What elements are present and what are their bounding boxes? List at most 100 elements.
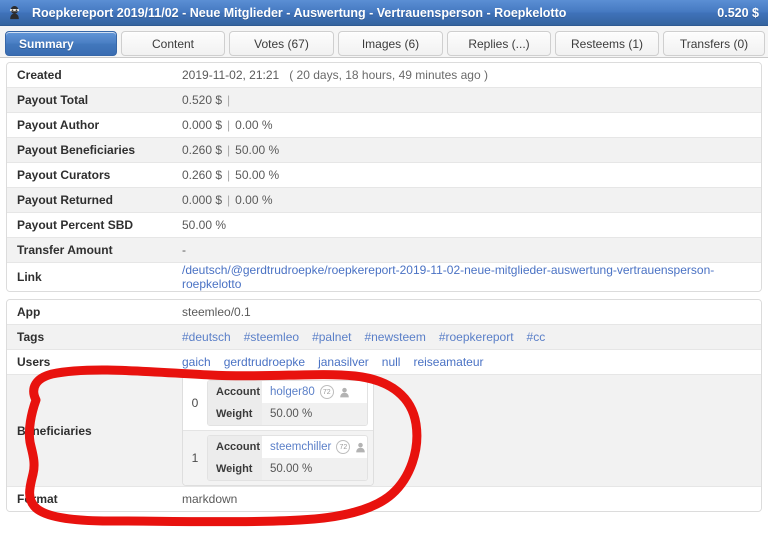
tag-item[interactable]: #palnet (312, 330, 351, 344)
window-titlebar: Roepkereport 2019/11/02 - Neue Mitgliede… (0, 0, 768, 26)
reputation-badge: 72 (319, 385, 334, 399)
beneficiary-weight-line: Weight 50.00 % (208, 458, 367, 480)
tab-bar: Summary Content Votes (67) Images (6) Re… (0, 26, 768, 58)
row-value-payout-curators: 0.260 $ | 50.00 % (172, 162, 761, 188)
row-value-tags: #deutsch #steemleo #palnet #newsteem #roepke… (172, 324, 761, 350)
value-separator: | (227, 93, 231, 107)
table-row-transfer-amount: Transfer Amount - (7, 237, 761, 263)
beneficiary-card: Account steemchiller 72 Weight 50.00 % (207, 435, 368, 481)
tag-item[interactable]: #deutsch (182, 330, 231, 344)
user-item[interactable]: janasilver (318, 355, 369, 369)
payout-details-table: Created 2019-11-02, 21:21 ( 20 days, 18 h… (6, 62, 762, 292)
reputation-badge: 72 (336, 440, 351, 454)
user-item[interactable]: null (382, 355, 401, 369)
row-label-payout-author: Payout Author (7, 112, 172, 138)
tag-item[interactable]: #steemleo (244, 330, 299, 344)
row-value-payout-beneficiaries: 0.260 $ | 50.00 % (172, 137, 761, 163)
value-separator: | (227, 118, 231, 132)
tag-item[interactable]: #newsteem (364, 330, 425, 344)
row-value-payout-author: 0.000 $ | 0.00 % (172, 112, 761, 138)
row-label-app: App (7, 300, 172, 325)
row-value-link: /deutsch/@gerdtrudroepke/roepkereport-20… (172, 262, 761, 291)
row-label-payout-beneficiaries: Payout Beneficiaries (7, 137, 172, 163)
beneficiary-account-label: Account (208, 436, 262, 458)
row-value-app: steemleo/0.1 (172, 300, 761, 325)
table-row-payout-returned: Payout Returned 0.000 $ | 0.00 % (7, 187, 761, 213)
row-value-payout-total: 0.520 $ | (172, 87, 761, 113)
value-separator: | (227, 168, 231, 182)
row-label-format: Format (7, 486, 172, 511)
payout-beneficiaries-percent: 50.00 % (235, 143, 280, 157)
tab-images[interactable]: Images (6) (338, 30, 443, 56)
payout-total-amount: 0.520 $ (182, 93, 223, 107)
beneficiary-weight-label: Weight (208, 403, 262, 425)
row-value-payout-returned: 0.000 $ | 0.00 % (172, 187, 761, 213)
beneficiary-card: Account holger80 72 Weight 50.00 % (207, 380, 368, 426)
person-icon (339, 387, 350, 398)
beneficiary-account-value: steemchiller 72 (262, 436, 367, 458)
tag-item[interactable]: #roepkereport (439, 330, 514, 344)
payout-beneficiaries-amount: 0.260 $ (182, 143, 223, 157)
beneficiary-weight-line: Weight 50.00 % (208, 403, 367, 425)
payout-curators-amount: 0.260 $ (182, 168, 223, 182)
beneficiary-account-link[interactable]: steemchiller (270, 441, 331, 453)
created-datetime: 2019-11-02, 21:21 (182, 68, 280, 82)
window-title: Roepkereport 2019/11/02 - Neue Mitgliede… (32, 5, 567, 20)
tab-resteems[interactable]: Resteems (1) (555, 30, 659, 56)
summary-panel: Created 2019-11-02, 21:21 ( 20 days, 18 h… (0, 58, 768, 549)
table-row-format: Format markdown (7, 486, 761, 511)
row-label-users: Users (7, 349, 172, 375)
table-row-created: Created 2019-11-02, 21:21 ( 20 days, 18 h… (7, 63, 761, 88)
row-label-created: Created (7, 63, 172, 88)
table-row-payout-total: Payout Total 0.520 $ | (7, 87, 761, 113)
table-row-payout-curators: Payout Curators 0.260 $ | 50.00 % (7, 162, 761, 188)
table-row-tags: Tags #deutsch #steemleo #palnet #newsteem #r… (7, 324, 761, 350)
row-value-users: gaich gerdtrudroepke janasilver null reiseam… (172, 349, 761, 375)
beneficiary-weight-value: 50.00 % (270, 463, 313, 475)
row-label-beneficiaries: Beneficiaries (7, 374, 172, 487)
post-permlink-link[interactable]: /deutsch/@gerdtrudroepke/roepkereport-20… (182, 263, 714, 291)
tag-item[interactable]: #cc (527, 330, 546, 344)
beneficiary-row: 1 Account steemchiller 72 Weight 50.00 % (183, 430, 373, 485)
table-row-app: App steemleo/0.1 (7, 300, 761, 325)
tab-replies[interactable]: Replies (...) (447, 30, 551, 56)
row-label-payout-curators: Payout Curators (7, 162, 172, 188)
beneficiary-account-link[interactable]: holger80 (270, 386, 315, 398)
beneficiary-account-line: Account steemchiller 72 (208, 436, 367, 458)
user-item[interactable]: gaich (182, 355, 211, 369)
user-item[interactable]: gerdtrudroepke (224, 355, 305, 369)
tab-content[interactable]: Content (121, 30, 225, 56)
row-label-payout-returned: Payout Returned (7, 187, 172, 213)
table-row-payout-author: Payout Author 0.000 $ | 0.00 % (7, 112, 761, 138)
beneficiary-weight-label: Weight (208, 458, 262, 480)
table-row-payout-beneficiaries: Payout Beneficiaries 0.260 $ | 50.00 % (7, 137, 761, 163)
row-label-transfer-amount: Transfer Amount (7, 237, 172, 263)
value-separator: | (227, 193, 231, 207)
beneficiary-index: 1 (191, 451, 199, 465)
tab-summary[interactable]: Summary (5, 30, 117, 56)
beneficiaries-list: 0 Account holger80 72 Weight 50.00 % 1 A… (182, 375, 374, 486)
payout-author-amount: 0.000 $ (182, 118, 223, 132)
table-row-payout-percent-sbd: Payout Percent SBD 50.00 % (7, 212, 761, 238)
row-label-payout-total: Payout Total (7, 87, 172, 113)
metadata-table: App steemleo/0.1 Tags #deutsch #steemleo #… (6, 299, 762, 512)
person-icon (355, 442, 366, 453)
table-row-beneficiaries: Beneficiaries 0 Account holger80 72 Weig… (7, 374, 761, 487)
beneficiary-index: 0 (191, 396, 199, 410)
tab-votes[interactable]: Votes (67) (229, 30, 334, 56)
titlebar-payout: 0.520 $ (717, 5, 759, 20)
row-label-link: Link (7, 262, 172, 291)
payout-returned-amount: 0.000 $ (182, 193, 223, 207)
tab-transfers[interactable]: Transfers (0) (663, 30, 765, 56)
beneficiary-weight-value: 50.00 % (270, 408, 313, 420)
payout-returned-percent: 0.00 % (235, 193, 273, 207)
user-item[interactable]: reiseamateur (413, 355, 483, 369)
row-value-format: markdown (172, 486, 761, 511)
value-separator: | (227, 143, 231, 157)
beneficiary-row: 0 Account holger80 72 Weight 50.00 % (183, 376, 373, 430)
row-label-payout-percent-sbd: Payout Percent SBD (7, 212, 172, 238)
created-relative-time: ( 20 days, 18 hours, 49 minutes ago ) (289, 68, 488, 82)
app-window: Roepkereport 2019/11/02 - Neue Mitgliede… (0, 0, 768, 549)
payout-author-percent: 0.00 % (235, 118, 273, 132)
row-label-tags: Tags (7, 324, 172, 350)
